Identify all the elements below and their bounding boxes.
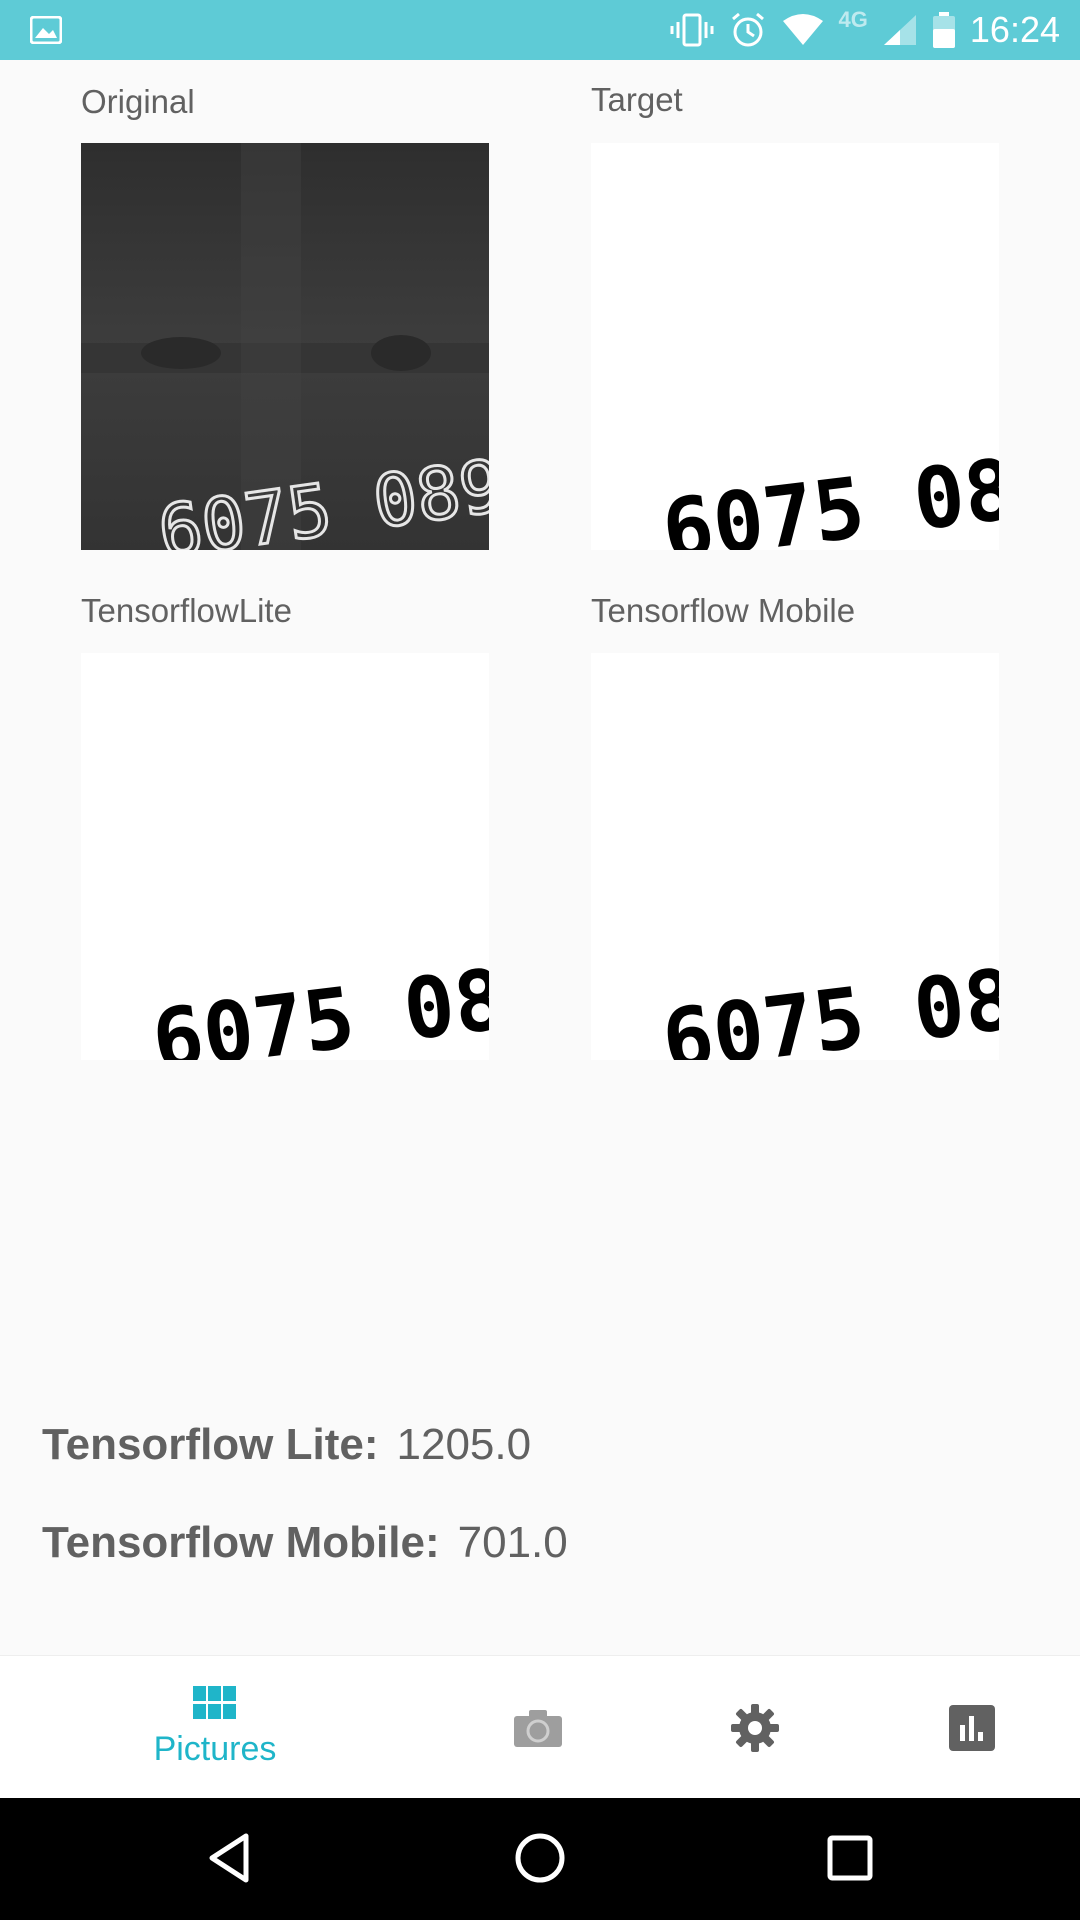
result-key: Tensorflow Mobile: — [42, 1518, 440, 1567]
home-icon[interactable] — [510, 1828, 570, 1888]
system-navigation-bar — [0, 1798, 1080, 1920]
vibrate-icon — [670, 13, 714, 47]
bar-chart-icon — [948, 1704, 995, 1751]
wifi-icon — [782, 14, 823, 45]
nav-camera[interactable] — [480, 1656, 595, 1799]
tensorflowlite-label: TensorflowLite — [81, 592, 292, 629]
network-type: 4G — [838, 7, 868, 32]
gear-icon — [730, 1703, 779, 1752]
nav-settings[interactable] — [697, 1656, 812, 1799]
grid-icon — [193, 1686, 236, 1719]
target-digits: 6075 089 — [657, 434, 999, 550]
nav-pictures[interactable]: Pictures — [120, 1656, 310, 1799]
tensorflow-mobile-image: 6075 089 — [591, 653, 999, 1060]
tensorflow-mobile-label: Tensorflow Mobile — [591, 592, 856, 629]
result-tensorflow-mobile: Tensorflow Mobile: 701.0 — [42, 1518, 568, 1568]
gallery-notification-icon — [30, 16, 62, 44]
result-value: 1205.0 — [396, 1420, 532, 1469]
tensorflowlite-image: 6075 089 — [81, 653, 489, 1060]
original-image: 6075 089 — [81, 143, 489, 550]
result-value: 701.0 — [457, 1518, 568, 1567]
result-key: Tensorflow Lite: — [42, 1420, 379, 1469]
back-icon[interactable] — [200, 1828, 260, 1888]
status-bar: 4G 16:24 — [0, 0, 1080, 60]
target-image: 6075 089 — [591, 143, 999, 550]
nav-pictures-label: Pictures — [153, 1730, 277, 1768]
result-tensorflow-lite: Tensorflow Lite: 1205.0 — [42, 1420, 531, 1470]
recents-icon[interactable] — [820, 1828, 880, 1888]
status-time: 16:24 — [969, 9, 1060, 50]
battery-icon — [932, 12, 955, 48]
camera-icon — [513, 1709, 562, 1747]
target-label: Target — [591, 81, 683, 118]
original-label: Original — [81, 83, 195, 120]
tensorflow-mobile-digits: 6075 089 — [657, 944, 999, 1060]
alarm-icon — [731, 12, 764, 47]
tensorflowlite-digits: 6075 089 — [147, 944, 489, 1060]
nav-stats[interactable] — [914, 1656, 1029, 1799]
bottom-navigation: Pictures — [0, 1655, 1080, 1798]
original-image-graphic: 6075 089 — [81, 143, 489, 550]
cellular-signal-icon — [883, 15, 916, 45]
